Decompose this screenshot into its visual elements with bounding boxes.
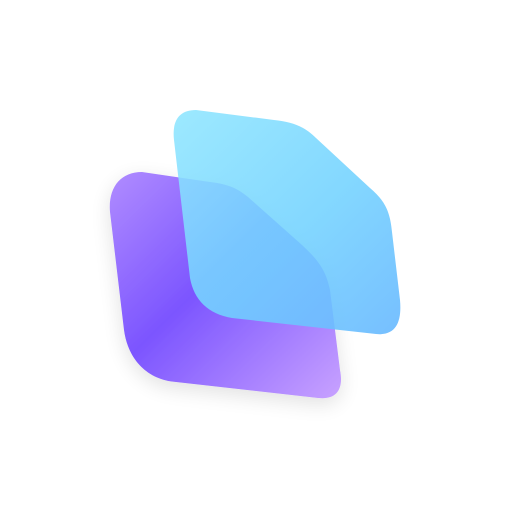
icon-canvas bbox=[0, 0, 512, 512]
blue-shape-icon bbox=[173, 110, 401, 335]
app-logo-icon bbox=[109, 110, 401, 399]
